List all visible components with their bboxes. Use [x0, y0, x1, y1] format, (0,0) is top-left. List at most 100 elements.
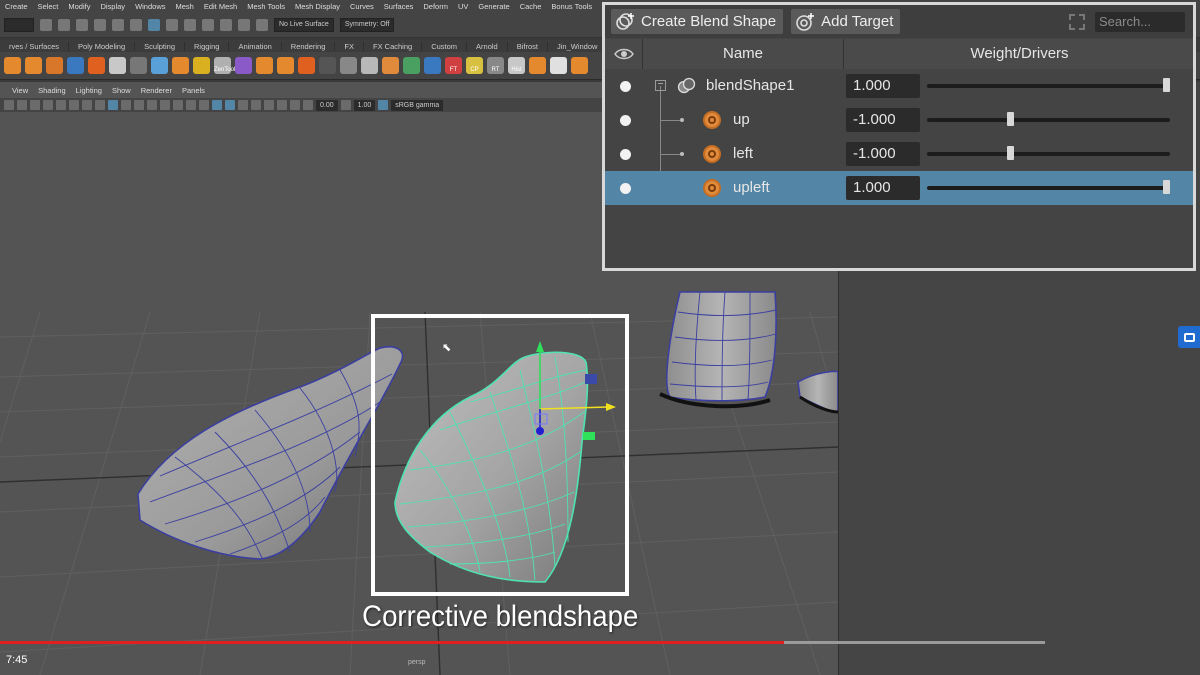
xray-components-icon[interactable] — [225, 100, 235, 110]
snap-surface-icon[interactable] — [256, 18, 268, 31]
target-row-up[interactable]: up -1.000 — [605, 103, 1193, 137]
row-name[interactable]: upleft — [733, 171, 770, 205]
shelf-tab-jin-window[interactable]: Jin_Window — [548, 41, 608, 51]
shelf-tool-icon[interactable]: RT — [487, 57, 504, 74]
shelf-tool-icon[interactable] — [298, 57, 315, 74]
collapse-toggle-icon[interactable]: − — [655, 80, 666, 91]
color-space-field[interactable]: sRGB gamma — [391, 99, 444, 111]
color-management-icon[interactable] — [378, 100, 389, 110]
select-hierarchy-icon[interactable] — [130, 18, 142, 31]
smooth-shade-icon[interactable] — [121, 100, 131, 110]
menu-windows[interactable]: Windows — [130, 2, 170, 11]
shadows-icon[interactable] — [186, 100, 196, 110]
viewport-menu-panels[interactable]: Panels — [178, 86, 209, 96]
menu-generate[interactable]: Generate — [473, 2, 514, 11]
shelf-tool-icon[interactable]: FT — [445, 57, 462, 74]
shelf-tool-icon[interactable] — [571, 57, 588, 74]
exposure-icon[interactable] — [303, 100, 313, 110]
camera-attributes-icon[interactable] — [17, 100, 27, 110]
exposure-field[interactable]: 0.00 — [316, 99, 338, 111]
motion-blur-icon[interactable] — [251, 100, 261, 110]
default-material-icon[interactable] — [134, 100, 144, 110]
weight-slider[interactable] — [927, 146, 1170, 160]
menu-uv[interactable]: UV — [453, 2, 473, 11]
film-gate-icon[interactable] — [69, 100, 79, 110]
shelf-tab-fx[interactable]: FX — [335, 41, 364, 51]
shelf-tool-icon[interactable] — [340, 57, 357, 74]
visibility-toggle[interactable] — [620, 81, 631, 92]
new-scene-icon[interactable] — [40, 18, 52, 31]
snap-curve-icon[interactable] — [202, 18, 214, 31]
shelf-tab-rendering[interactable]: Rendering — [282, 41, 336, 51]
snap-point-icon[interactable] — [220, 18, 232, 31]
menu-edit-mesh[interactable]: Edit Mesh — [199, 2, 242, 11]
shelf-tool-icon[interactable] — [529, 57, 546, 74]
shelf-tool-icon[interactable] — [235, 57, 252, 74]
menu-bonus-tools[interactable]: Bonus Tools — [546, 2, 597, 11]
menu-modify[interactable]: Modify — [63, 2, 95, 11]
slider-handle[interactable] — [1007, 112, 1014, 126]
shelf-tab-animation[interactable]: Animation — [229, 41, 282, 51]
menu-mesh-display[interactable]: Mesh Display — [290, 2, 345, 11]
undo-icon[interactable] — [94, 18, 106, 31]
shelf-tool-icon[interactable] — [25, 57, 42, 74]
shelf-tool-icon[interactable] — [277, 57, 294, 74]
viewport-menu-show[interactable]: Show — [108, 86, 135, 96]
textured-icon[interactable] — [160, 100, 170, 110]
gate-mask-icon[interactable] — [95, 100, 105, 110]
visibility-toggle[interactable] — [620, 115, 631, 126]
slider-handle[interactable] — [1007, 146, 1014, 160]
row-name[interactable]: blendShape1 — [706, 69, 794, 103]
shelf-tab-fx-caching[interactable]: FX Caching — [364, 41, 423, 51]
target-row-upleft[interactable]: upleft 1.000 — [605, 171, 1193, 205]
menu-curves[interactable]: Curves — [345, 2, 379, 11]
weight-slider[interactable] — [927, 78, 1170, 92]
shelf-tool-icon[interactable] — [424, 57, 441, 74]
shelf-tool-icon[interactable] — [550, 57, 567, 74]
select-object-icon[interactable] — [148, 18, 160, 31]
menu-mesh[interactable]: Mesh — [171, 2, 199, 11]
menu-create[interactable]: Create — [0, 2, 33, 11]
shelf-tool-icon[interactable] — [361, 57, 378, 74]
weight-field[interactable]: 1.000 — [846, 74, 920, 98]
grid-icon[interactable] — [56, 100, 66, 110]
shelf-tab-rigging[interactable]: Rigging — [185, 41, 230, 51]
wireframe-on-shaded-icon[interactable] — [147, 100, 157, 110]
video-progress-bar[interactable] — [0, 641, 1045, 644]
shelf-tool-icon[interactable]: Hist — [508, 57, 525, 74]
viewport-menu-renderer[interactable]: Renderer — [137, 86, 176, 96]
menu-surfaces[interactable]: Surfaces — [379, 2, 419, 11]
slider-handle[interactable] — [1163, 180, 1170, 194]
menu-display[interactable]: Display — [95, 2, 130, 11]
menu-select[interactable]: Select — [33, 2, 64, 11]
weight-slider[interactable] — [927, 112, 1170, 126]
wireframe-icon[interactable] — [108, 100, 118, 110]
menu-cache[interactable]: Cache — [515, 2, 547, 11]
symmetry-dropdown[interactable]: Symmetry: Off — [339, 17, 395, 32]
shelf-tool-icon[interactable] — [109, 57, 126, 74]
xray-joints-icon[interactable] — [212, 100, 222, 110]
viewport-menu-shading[interactable]: Shading — [34, 86, 70, 96]
row-name[interactable]: left — [733, 137, 753, 171]
camera-select-icon[interactable] — [4, 100, 14, 110]
shelf-tab-sculpting[interactable]: Sculpting — [135, 41, 185, 51]
xray-icon[interactable] — [199, 100, 209, 110]
shelf-tool-icon[interactable] — [403, 57, 420, 74]
shelf-tab-custom[interactable]: Custom — [422, 41, 468, 51]
select-component-icon[interactable] — [166, 18, 178, 31]
shelf-tool-icon[interactable] — [88, 57, 105, 74]
shelf-tab-poly-modeling[interactable]: Poly Modeling — [69, 41, 136, 51]
shelf-tool-icon[interactable]: CP — [466, 57, 483, 74]
gamma-field[interactable]: 1.00 — [353, 99, 376, 111]
visibility-eye-icon[interactable] — [613, 45, 635, 63]
row-name[interactable]: up — [733, 103, 750, 137]
isolate-select-icon[interactable] — [290, 100, 300, 110]
weight-field[interactable]: 1.000 — [846, 176, 920, 200]
shelf-tool-icon[interactable] — [172, 57, 189, 74]
snap-grid-icon[interactable] — [184, 18, 196, 31]
add-target-button[interactable]: Add Target — [791, 9, 901, 34]
weight-slider[interactable] — [927, 180, 1170, 194]
target-row-left[interactable]: left -1.000 — [605, 137, 1193, 171]
shelf-tool-icon[interactable] — [151, 57, 168, 74]
shape-search-input[interactable]: Search... — [1095, 12, 1185, 32]
